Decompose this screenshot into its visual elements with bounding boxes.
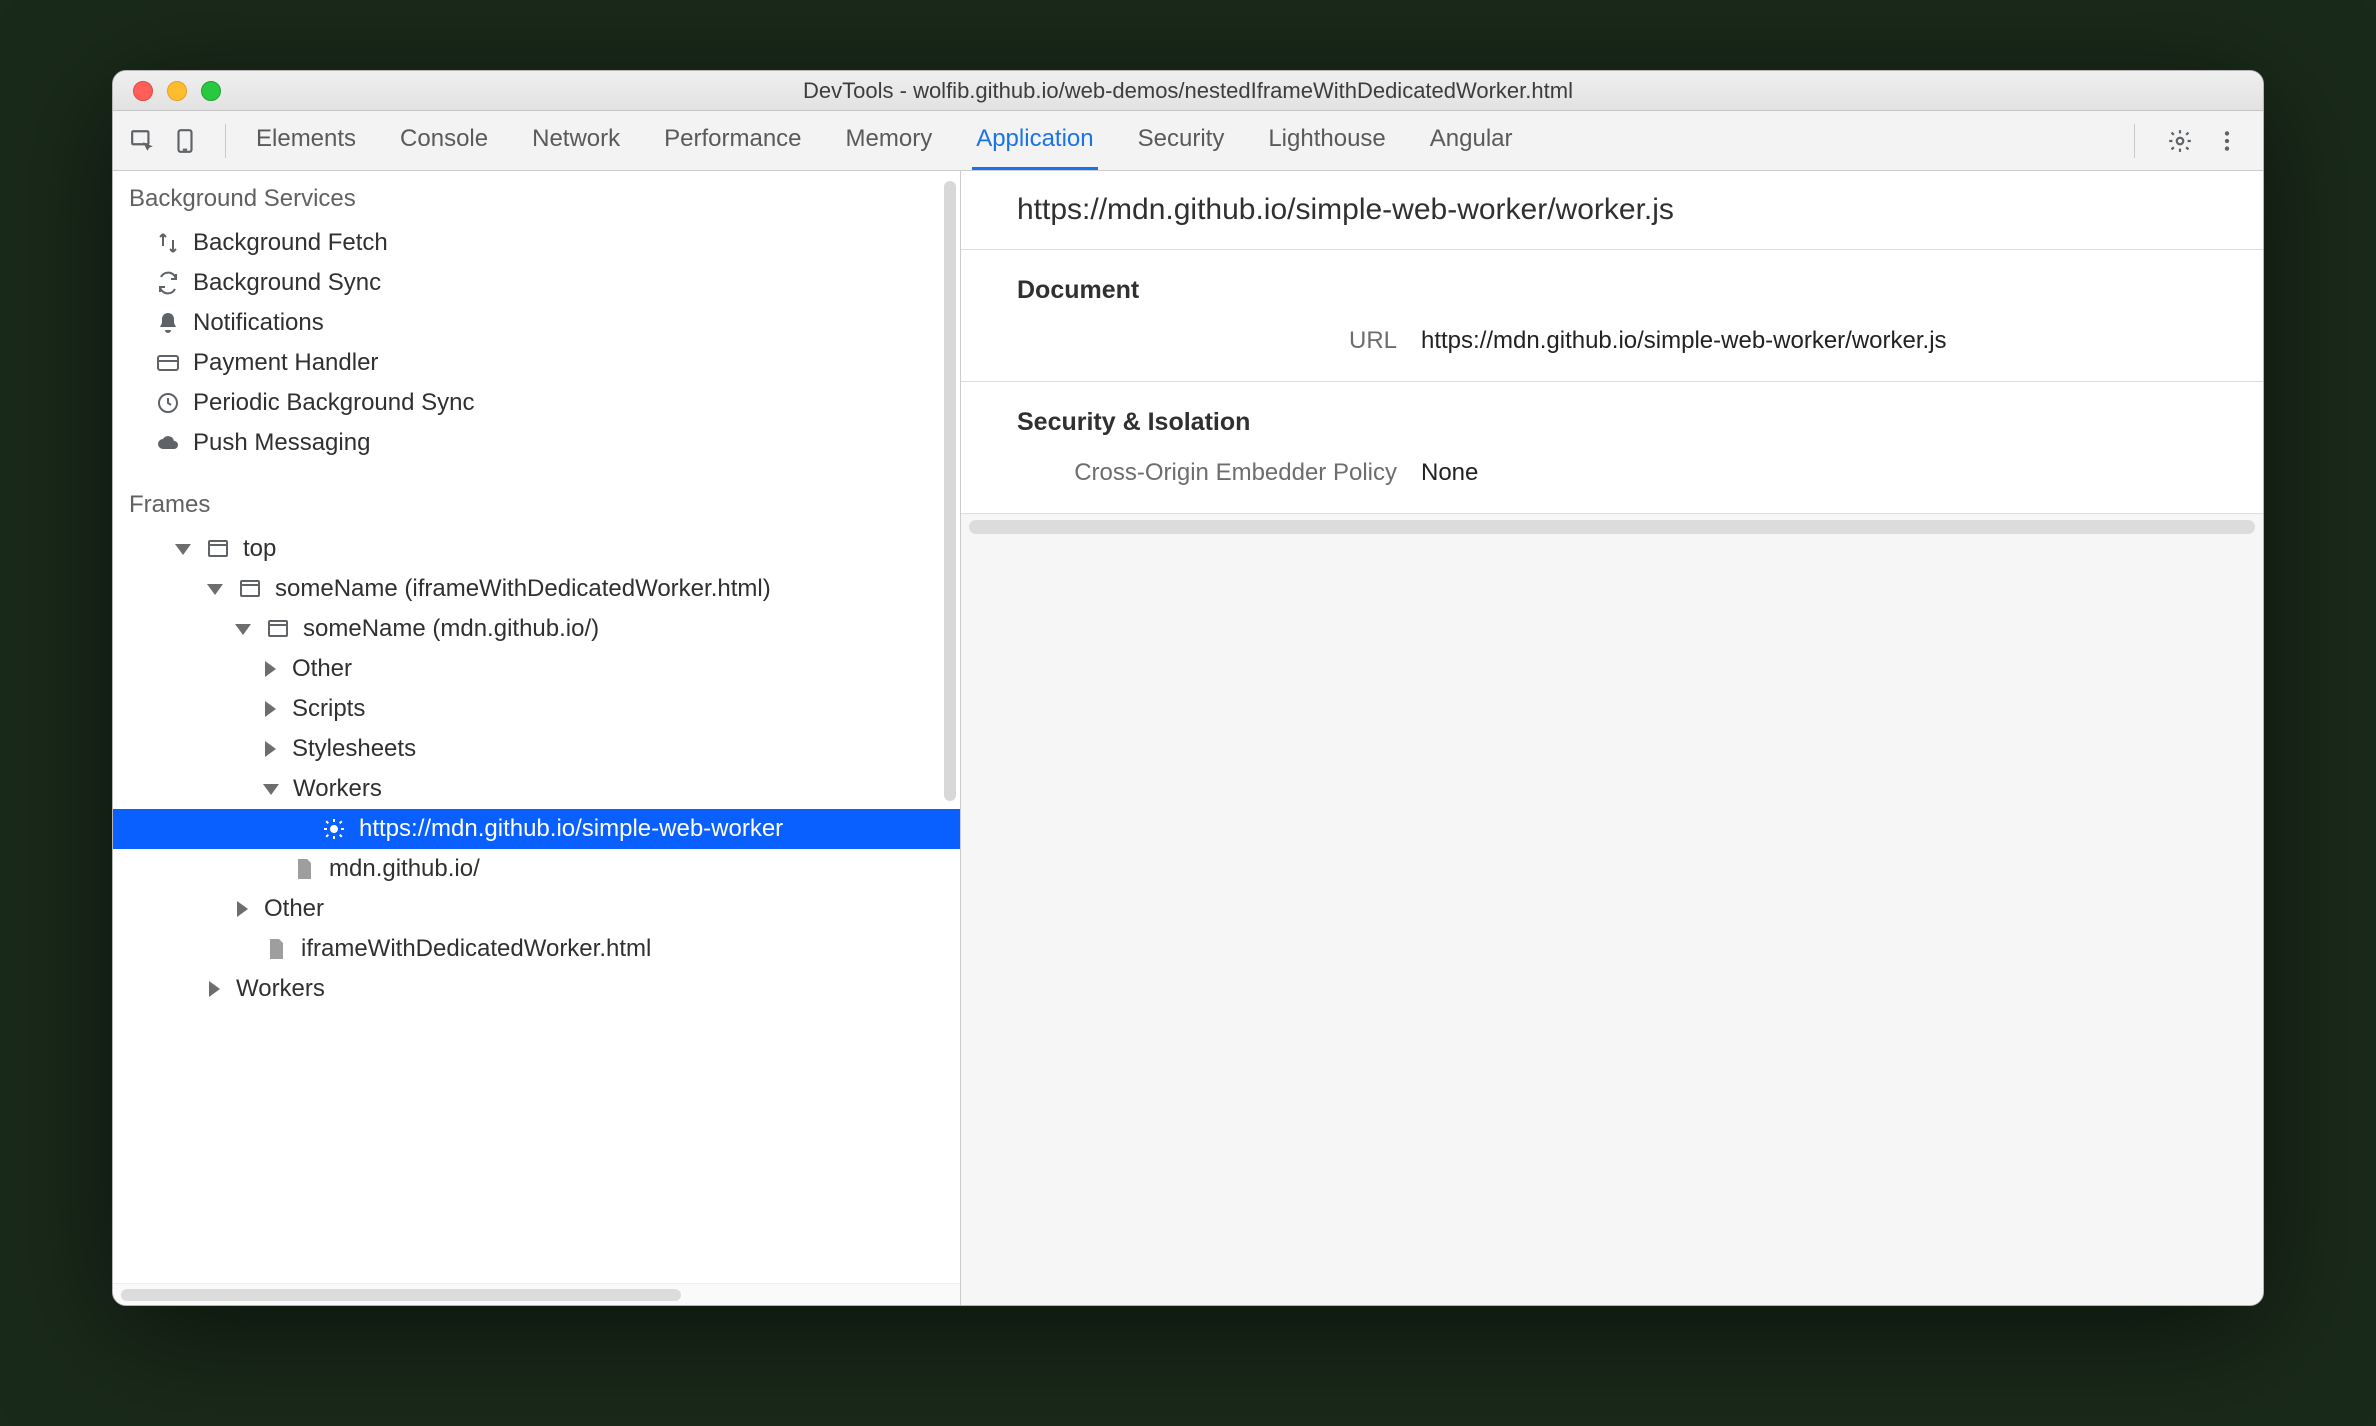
label: Push Messaging [193,429,370,457]
tree-worker-selected[interactable]: https://mdn.github.io/simple-web-worker [113,809,960,849]
label: Other [264,895,324,923]
disclosure-down-icon [207,584,223,595]
disclosure-down-icon [263,784,279,795]
tab-console[interactable]: Console [396,111,492,170]
tab-lighthouse[interactable]: Lighthouse [1264,111,1389,170]
detail-horizontal-scrollbar[interactable] [969,520,2255,534]
clock-icon [155,390,181,416]
tree-folder-other[interactable]: Other [113,649,960,689]
frame-icon [265,616,291,642]
tree-folder-other-2[interactable]: Other [113,889,960,929]
cloud-icon [155,430,181,456]
device-toolbar-icon[interactable] [171,127,199,155]
sidebar-vertical-scrollbar[interactable] [940,181,960,1253]
disclosure-down-icon [175,544,191,555]
tab-application[interactable]: Application [972,111,1097,170]
label: Periodic Background Sync [193,389,474,417]
label: Other [292,655,352,683]
disclosure-down-icon [235,624,251,635]
disclosure-right-icon [237,901,248,917]
panel-tabs: Elements Console Network Performance Mem… [252,111,2122,170]
coep-label: Cross-Origin Embedder Policy [1017,459,1397,487]
sidebar-item-push-messaging[interactable]: Push Messaging [113,423,960,463]
tab-memory[interactable]: Memory [842,111,937,170]
sidebar-item-notifications[interactable]: Notifications [113,303,960,343]
tree-file-mdn[interactable]: mdn.github.io/ [113,849,960,889]
more-vert-icon[interactable] [2213,127,2241,155]
gear-icon [321,816,347,842]
tree-iframe-1[interactable]: someName (iframeWithDedicatedWorker.html… [113,569,960,609]
file-icon [263,936,289,962]
sidebar-item-payment-handler[interactable]: Payment Handler [113,343,960,383]
label: someName (iframeWithDedicatedWorker.html… [275,575,771,603]
sidebar-item-periodic-sync[interactable]: Periodic Background Sync [113,383,960,423]
security-heading: Security & Isolation [961,400,2263,453]
section-background-services: Background Services [113,171,960,223]
detail-empty-area [961,513,2263,1305]
minimize-window-button[interactable] [167,81,187,101]
tree-folder-stylesheets[interactable]: Stylesheets [113,729,960,769]
label: mdn.github.io/ [329,855,480,883]
tab-network[interactable]: Network [528,111,624,170]
label: someName (mdn.github.io/) [303,615,599,643]
document-block: Document URL https://mdn.github.io/simpl… [961,249,2263,381]
url-label: URL [1017,327,1397,355]
separator [225,124,226,158]
settings-gear-icon[interactable] [2165,126,2195,156]
document-heading: Document [961,268,2263,321]
tab-angular[interactable]: Angular [1426,111,1517,170]
bell-icon [155,310,181,336]
inspect-element-icon[interactable] [129,127,157,155]
separator [2134,124,2135,158]
sidebar-item-background-fetch[interactable]: Background Fetch [113,223,960,263]
frame-icon [237,576,263,602]
tree-folder-workers-top[interactable]: Workers [113,969,960,1009]
url-value: https://mdn.github.io/simple-web-worker/… [1421,327,1947,355]
detail-title: https://mdn.github.io/simple-web-worker/… [961,171,2263,249]
disclosure-right-icon [265,701,276,717]
disclosure-right-icon [265,741,276,757]
disclosure-right-icon [209,981,220,997]
label: Background Fetch [193,229,388,257]
close-window-button[interactable] [133,81,153,101]
sync-icon [155,270,181,296]
devtools-window: DevTools - wolfib.github.io/web-demos/ne… [112,70,2264,1306]
window-titlebar: DevTools - wolfib.github.io/web-demos/ne… [113,71,2263,111]
tree-folder-workers[interactable]: Workers [113,769,960,809]
tree-file-iframe[interactable]: iframeWithDedicatedWorker.html [113,929,960,969]
file-icon [291,856,317,882]
tab-elements[interactable]: Elements [252,111,360,170]
application-sidebar: Background Services Background Fetch Bac… [113,171,961,1305]
label: Scripts [292,695,365,723]
sidebar-horizontal-scrollbar[interactable] [113,1283,960,1305]
security-block: Security & Isolation Cross-Origin Embedd… [961,381,2263,513]
label: top [243,535,276,563]
label: Payment Handler [193,349,378,377]
tab-performance[interactable]: Performance [660,111,805,170]
sidebar-item-background-sync[interactable]: Background Sync [113,263,960,303]
tree-iframe-2[interactable]: someName (mdn.github.io/) [113,609,960,649]
traffic-lights [133,81,221,101]
label: Workers [236,975,325,1003]
zoom-window-button[interactable] [201,81,221,101]
label: Stylesheets [292,735,416,763]
tab-security[interactable]: Security [1134,111,1229,170]
label: iframeWithDedicatedWorker.html [301,935,651,963]
tree-folder-scripts[interactable]: Scripts [113,689,960,729]
section-frames: Frames [113,477,960,529]
devtools-toolbar: Elements Console Network Performance Mem… [113,111,2263,171]
transfer-icon [155,230,181,256]
window-icon [205,536,231,562]
tree-top-frame[interactable]: top [113,529,960,569]
window-title: DevTools - wolfib.github.io/web-demos/ne… [113,78,2263,104]
label: Workers [293,775,382,803]
label: Notifications [193,309,324,337]
detail-panel: https://mdn.github.io/simple-web-worker/… [961,171,2263,1305]
disclosure-right-icon [265,661,276,677]
coep-value: None [1421,459,1478,487]
label: Background Sync [193,269,381,297]
label: https://mdn.github.io/simple-web-worker [359,815,783,843]
card-icon [155,350,181,376]
